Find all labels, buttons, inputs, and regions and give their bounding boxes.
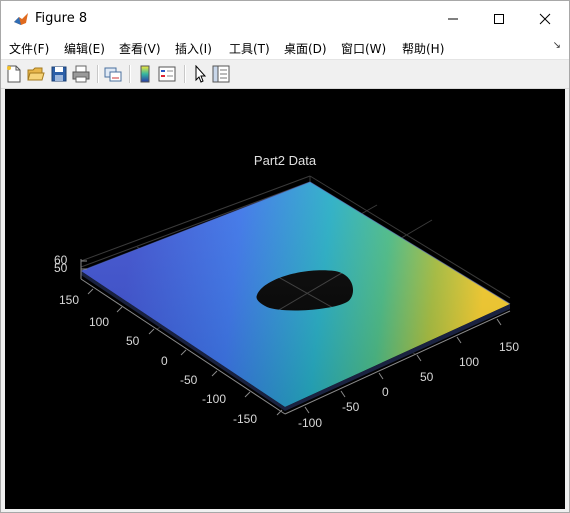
- figure-canvas[interactable]: Part2 Data 150 100 50 0 -50 -100 -150 -1…: [5, 89, 565, 509]
- close-icon: [539, 13, 551, 25]
- y-tick-label: -50: [342, 400, 360, 414]
- x-tick-label: -100: [202, 392, 227, 406]
- figure-toolbar: [1, 59, 569, 89]
- new-figure-icon[interactable]: [5, 65, 23, 83]
- maximize-button[interactable]: [476, 1, 522, 37]
- open-file-icon[interactable]: [27, 65, 45, 83]
- y-tick-label: 100: [459, 355, 480, 369]
- x-tick-label: -50: [180, 373, 198, 387]
- x-tick-label: 100: [89, 315, 110, 329]
- x-tick-label: 50: [126, 334, 140, 348]
- x-tick-label: 0: [161, 354, 168, 368]
- menu-insert[interactable]: 插入(I): [175, 40, 212, 57]
- save-figure-icon[interactable]: [50, 65, 68, 83]
- edit-plot-arrow-icon[interactable]: [191, 65, 209, 83]
- menu-help[interactable]: 帮助(H): [402, 40, 444, 57]
- link-plot-icon[interactable]: [104, 65, 122, 83]
- y-tick-label: 150: [499, 340, 520, 354]
- figure-window: Figure 8 文件(F) 编辑(E) 查看(V) 插入(I) 工具(T) 桌…: [0, 0, 570, 513]
- toolbar-separator: [184, 65, 186, 83]
- print-figure-icon[interactable]: [72, 65, 90, 83]
- y-tick-label: 50: [420, 370, 434, 384]
- insert-colorbar-icon[interactable]: [136, 65, 154, 83]
- menu-view[interactable]: 查看(V): [119, 40, 161, 57]
- matlab-logo-icon: [13, 11, 29, 27]
- window-title: Figure 8: [35, 11, 88, 26]
- menu-tools[interactable]: 工具(T): [229, 40, 270, 57]
- menu-file[interactable]: 文件(F): [9, 40, 49, 57]
- y-tick-label: -100: [298, 416, 323, 430]
- minimize-button[interactable]: [430, 1, 476, 37]
- title-bar[interactable]: Figure 8: [1, 1, 569, 37]
- z-tick-label: 50: [54, 261, 68, 275]
- y-tick-label: 0: [382, 385, 389, 399]
- x-tick-label: -150: [233, 412, 258, 426]
- menu-window[interactable]: 窗口(W): [341, 40, 386, 57]
- insert-legend-icon[interactable]: [158, 65, 176, 83]
- menu-bar: 文件(F) 编辑(E) 查看(V) 插入(I) 工具(T) 桌面(D) 窗口(W…: [1, 37, 569, 59]
- toolbar-separator: [97, 65, 99, 83]
- toolbar-separator: [129, 65, 131, 83]
- close-button[interactable]: [522, 1, 568, 37]
- x-tick-label: 150: [59, 293, 80, 307]
- menu-edit[interactable]: 编辑(E): [64, 40, 105, 57]
- menu-desktop[interactable]: 桌面(D): [284, 40, 327, 57]
- maximize-icon: [494, 14, 504, 24]
- property-inspector-icon[interactable]: [212, 65, 230, 83]
- minimize-icon: [448, 18, 458, 20]
- menu-dock-arrow-icon[interactable]: ↘: [553, 40, 561, 51]
- axes-3d[interactable]: [5, 89, 565, 509]
